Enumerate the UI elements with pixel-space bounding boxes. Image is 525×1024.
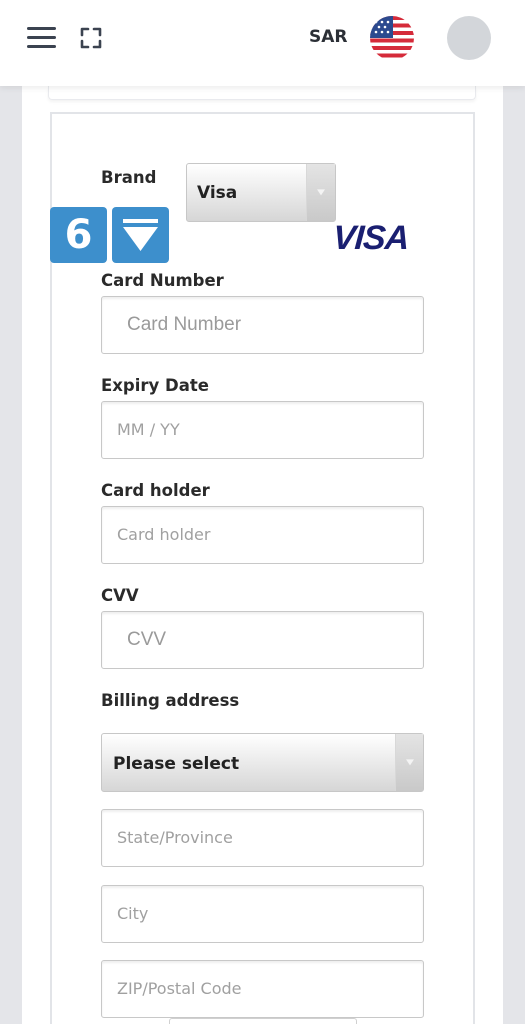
billing-address-label: Billing address: [101, 691, 240, 710]
previous-card: [48, 86, 476, 100]
avatar[interactable]: [447, 16, 491, 60]
chevron-down-icon: [395, 734, 423, 791]
arrow-down-icon[interactable]: [112, 207, 169, 263]
card-holder-label: Card holder: [101, 481, 210, 500]
top-bar: SAR: [0, 0, 525, 86]
card-number-label: Card Number: [101, 271, 224, 290]
billing-address-select[interactable]: Please select: [101, 733, 424, 792]
brand-label: Brand: [101, 168, 157, 187]
state-province-input[interactable]: State/Province: [101, 809, 424, 867]
us-flag-icon[interactable]: [370, 16, 414, 60]
next-field-partial: [169, 1018, 357, 1024]
step-number-badge: 6: [50, 207, 107, 263]
chevron-down-icon: [306, 164, 335, 221]
cvv-input[interactable]: CVV: [101, 611, 424, 669]
card-number-input[interactable]: Card Number: [101, 296, 424, 354]
expiry-date-label: Expiry Date: [101, 376, 209, 395]
billing-select-value: Please select: [113, 754, 240, 774]
city-input[interactable]: City: [101, 885, 424, 943]
fullscreen-icon[interactable]: [80, 27, 102, 49]
currency-selector[interactable]: SAR: [309, 27, 348, 47]
brand-select[interactable]: Visa: [186, 163, 336, 222]
expiry-date-input[interactable]: MM / YY: [101, 401, 424, 459]
zip-code-input[interactable]: ZIP/Postal Code: [101, 960, 424, 1018]
visa-logo: VISA: [331, 219, 410, 257]
brand-select-value: Visa: [197, 183, 238, 203]
card-holder-input[interactable]: Card holder: [101, 506, 424, 564]
cvv-label: CVV: [101, 586, 139, 605]
menu-icon[interactable]: [27, 25, 57, 49]
